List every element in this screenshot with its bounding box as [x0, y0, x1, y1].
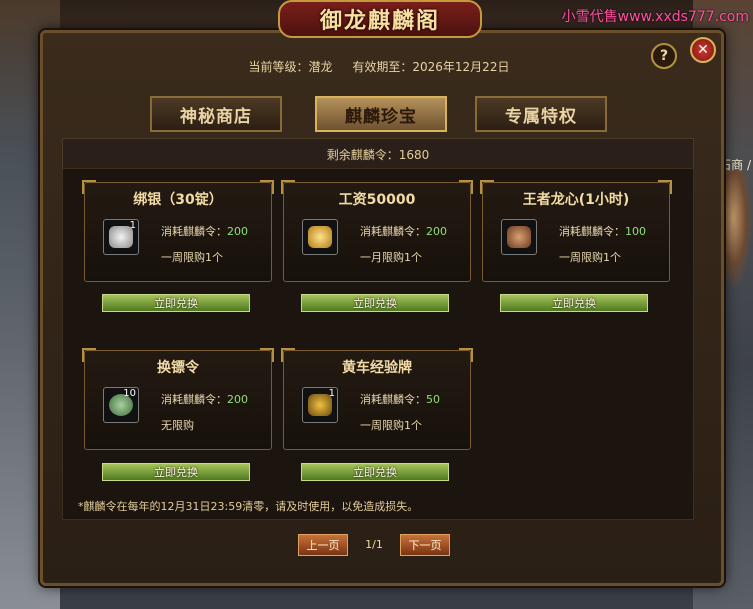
item-qty: 10	[123, 388, 136, 399]
item-card: 黄车经验牌 1 消耗麒麟令：50 一周限购1个	[281, 348, 473, 450]
close-icon: ✕	[697, 42, 709, 58]
cost-value: 50	[426, 393, 440, 406]
tab-qilin-treasures[interactable]: 麒麟珍宝	[315, 96, 447, 132]
item-limit: 无限购	[161, 419, 194, 432]
cost-value: 200	[227, 393, 248, 406]
redeem-button[interactable]: 立即兑换	[500, 294, 648, 312]
gold-ingot-shape	[308, 226, 332, 248]
current-level: 当前等级：潜龙	[248, 60, 333, 74]
item-cost: 消耗麒麟令：100	[559, 223, 646, 239]
window-title: 御龙麒麟阁	[319, 9, 440, 34]
cost-label: 消耗麒麟令：	[360, 225, 426, 238]
item-qty: 1	[129, 220, 136, 231]
item-title: 黄车经验牌	[342, 360, 412, 376]
cost-label: 消耗麒麟令：	[161, 225, 227, 238]
redeem-button[interactable]: 立即兑换	[102, 294, 250, 312]
item-card: 工资50000 消耗麒麟令：200 一月限购1个	[281, 180, 473, 282]
item-title: 绑银（30锭）	[133, 192, 223, 208]
cost-label: 消耗麒麟令：	[559, 225, 625, 238]
next-page-button[interactable]: 下一页	[400, 534, 450, 556]
silver-ingot-icon[interactable]: 1	[103, 219, 139, 255]
cost-label: 消耗麒麟令：	[360, 393, 426, 406]
title-plate: 御龙麒麟阁	[278, 0, 482, 38]
item-limit: 一月限购1个	[360, 251, 422, 264]
item-limit: 一周限购1个	[161, 251, 223, 264]
page-indicator: 1/1	[365, 537, 383, 551]
item-cost: 消耗麒麟令：50	[360, 391, 440, 407]
item-card: 绑银（30锭） 1 消耗麒麟令：200 一周限购1个	[82, 180, 274, 282]
item-cost: 消耗麒麟令：200	[360, 223, 447, 239]
tab-exclusive-privileges[interactable]: 专属特权	[475, 96, 607, 132]
tab-bar: 神秘商店 麒麟珍宝 专属特权	[150, 96, 610, 132]
item-limit: 一周限购1个	[360, 419, 422, 432]
level-info: 当前等级：潜龙 有效期至：2026年12月22日	[40, 58, 718, 75]
gold-ingot-icon[interactable]	[302, 219, 338, 255]
cost-value: 200	[227, 225, 248, 238]
expiry-date: 有效期至：2026年12月22日	[352, 60, 510, 74]
pagination: 上一页 1/1 下一页	[298, 534, 450, 556]
cost-label: 消耗麒麟令：	[161, 393, 227, 406]
watermark: 小雪代售www.xxds777.com	[561, 9, 749, 25]
cost-value: 200	[426, 225, 447, 238]
item-cost: 消耗麒麟令：200	[161, 391, 248, 407]
item-card: 换镖令 10 消耗麒麟令：200 无限购	[82, 348, 274, 450]
item-title: 王者龙心(1小时)	[522, 192, 630, 208]
item-limit: 一周限购1个	[559, 251, 621, 264]
redeem-button[interactable]: 立即兑换	[301, 294, 449, 312]
dragon-heart-shape	[507, 226, 531, 248]
cost-value: 100	[625, 225, 646, 238]
redeem-button[interactable]: 立即兑换	[301, 463, 449, 481]
exchange-token-icon[interactable]: 10	[103, 387, 139, 423]
tab-mystery-shop[interactable]: 神秘商店	[150, 96, 282, 132]
reset-note: *麒麟令在每年的12月31日23:59清零，请及时使用，以免造成损失。	[78, 500, 419, 513]
item-cost: 消耗麒麟令：200	[161, 223, 248, 239]
dragon-heart-icon[interactable]	[501, 219, 537, 255]
remaining-tokens: 剩余麒麟令：1680	[62, 138, 694, 170]
yellow-cart-icon[interactable]: 1	[302, 387, 338, 423]
prev-page-button[interactable]: 上一页	[298, 534, 348, 556]
item-card: 王者龙心(1小时) 消耗麒麟令：100 一周限购1个	[480, 180, 672, 282]
item-qty: 1	[328, 388, 335, 399]
item-title: 工资50000	[338, 192, 416, 208]
redeem-button[interactable]: 立即兑换	[102, 463, 250, 481]
item-title: 换镖令	[157, 360, 199, 376]
